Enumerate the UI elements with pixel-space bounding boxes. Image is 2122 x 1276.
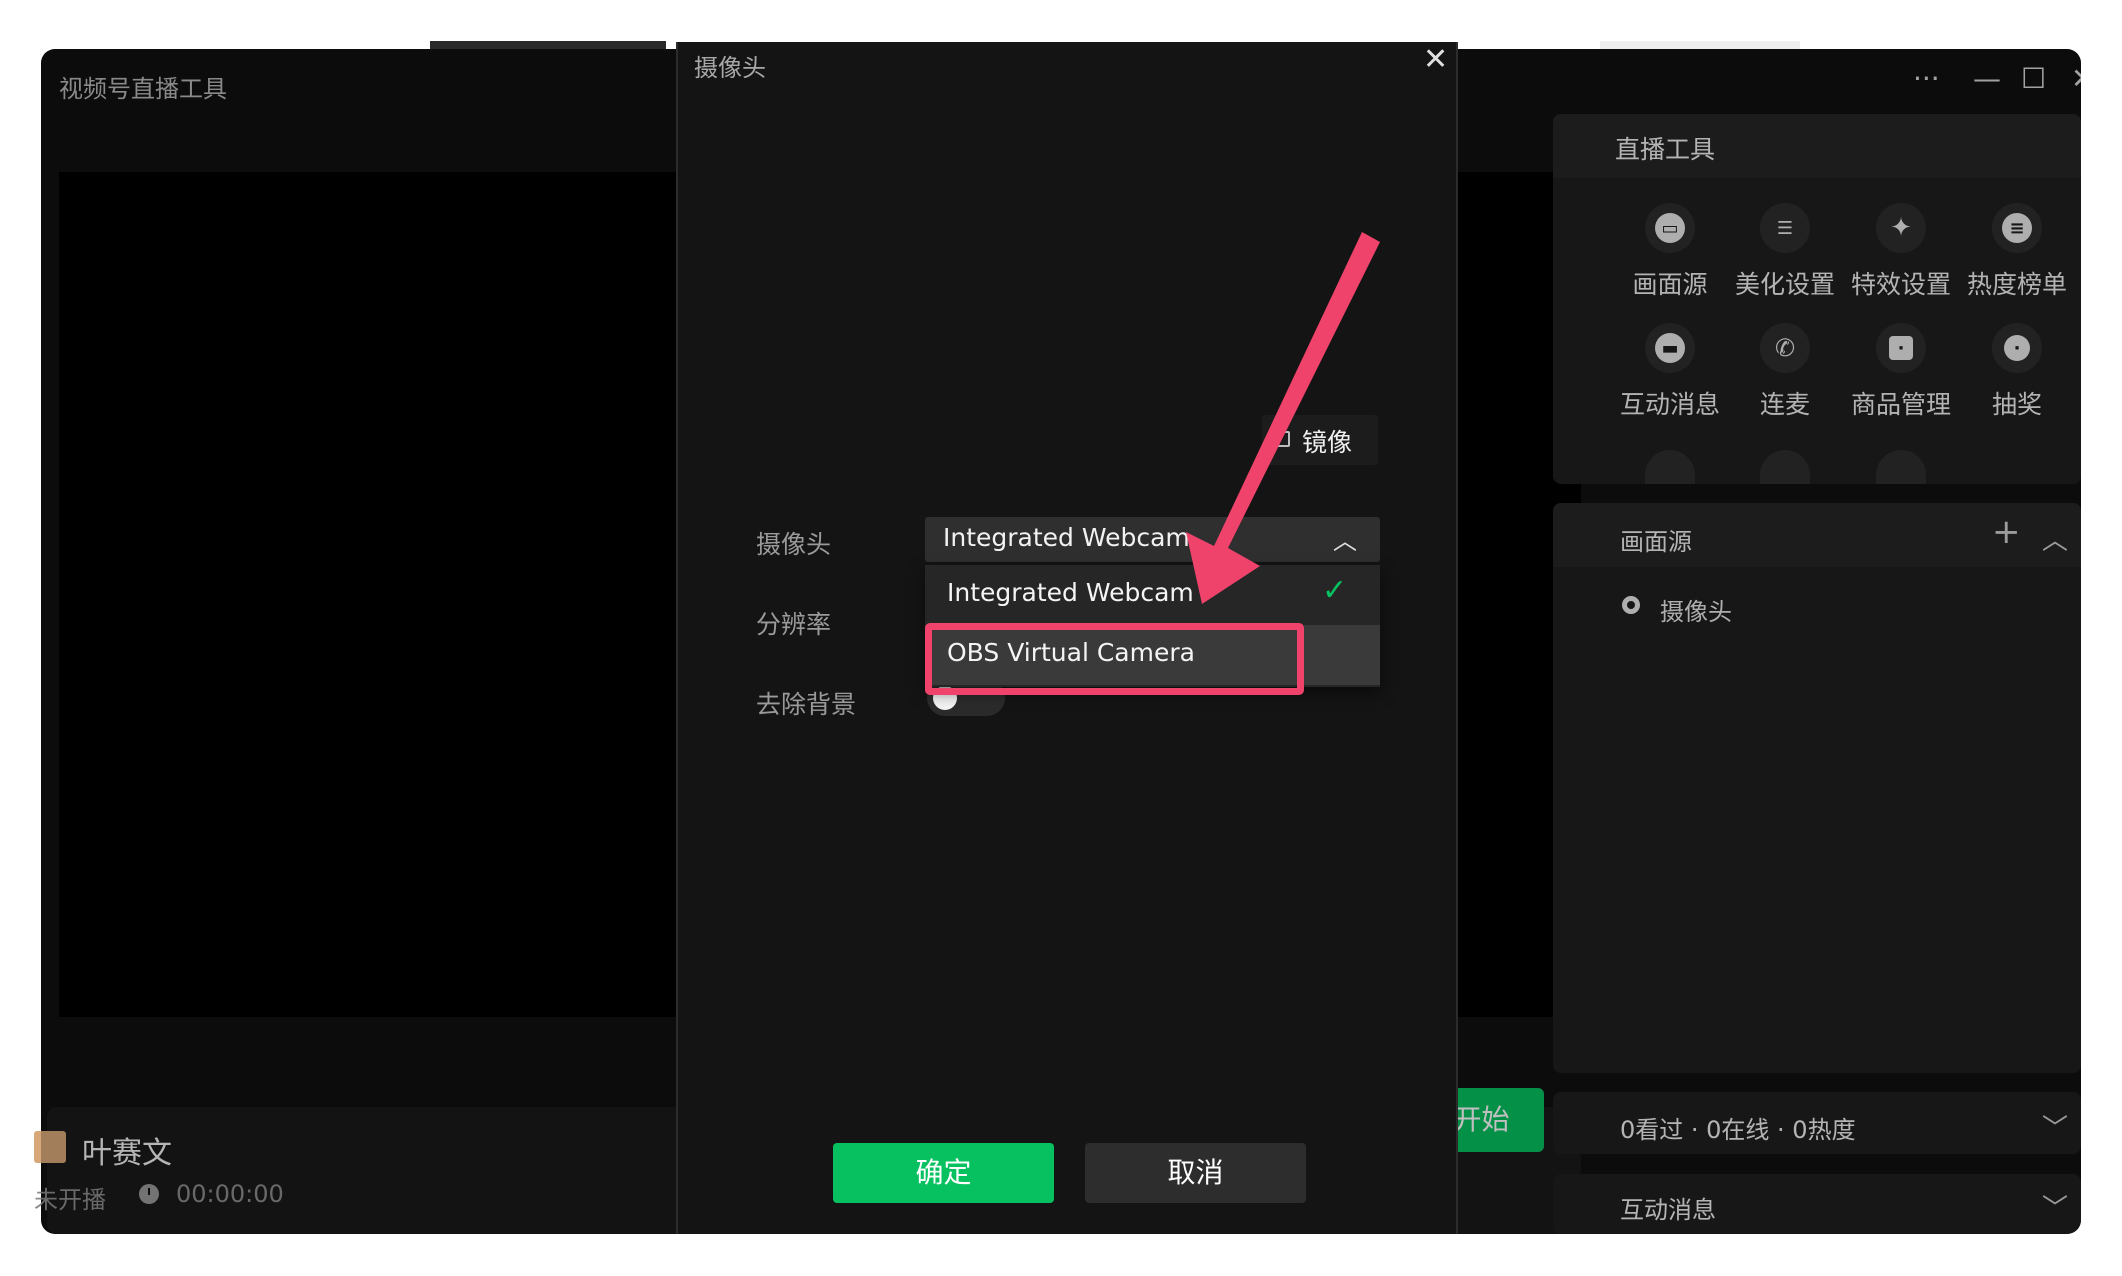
screenshot-page: 视频号直播工具 ··· — ☐ ✕ 叶赛文 未开播 00:00:00 开始 直播… — [0, 0, 2122, 1276]
dropdown-option-integrated-webcam[interactable]: Integrated Webcam ✓ — [925, 565, 1380, 625]
top-tab-stub — [1600, 41, 1800, 49]
close-icon[interactable]: ✕ — [1423, 42, 1448, 78]
camera-select[interactable]: Integrated Webcam ︿ — [925, 517, 1380, 562]
chevron-up-icon: ︿ — [1333, 527, 1357, 555]
camera-select-value: Integrated Webcam — [943, 523, 1190, 552]
option-label: Integrated Webcam — [947, 578, 1194, 607]
annotation-highlight-box — [925, 623, 1304, 695]
camera-dialog: 摄像头 ✕ 镜像 摄像头 分辨率 去除背景 Integrated Webcam … — [676, 42, 1458, 1234]
top-tab-stub — [430, 41, 666, 49]
remove-background-label: 去除背景 — [756, 690, 857, 719]
checkbox-icon — [1274, 431, 1290, 447]
mirror-toggle[interactable]: 镜像 — [1262, 415, 1378, 465]
dialog-title: 摄像头 — [694, 54, 766, 82]
check-icon: ✓ — [1322, 573, 1348, 608]
camera-field-label: 摄像头 — [756, 530, 832, 559]
confirm-button[interactable]: 确定 — [833, 1143, 1054, 1203]
mirror-label: 镜像 — [1302, 428, 1353, 457]
cancel-button[interactable]: 取消 — [1085, 1143, 1306, 1203]
resolution-field-label: 分辨率 — [756, 610, 832, 639]
